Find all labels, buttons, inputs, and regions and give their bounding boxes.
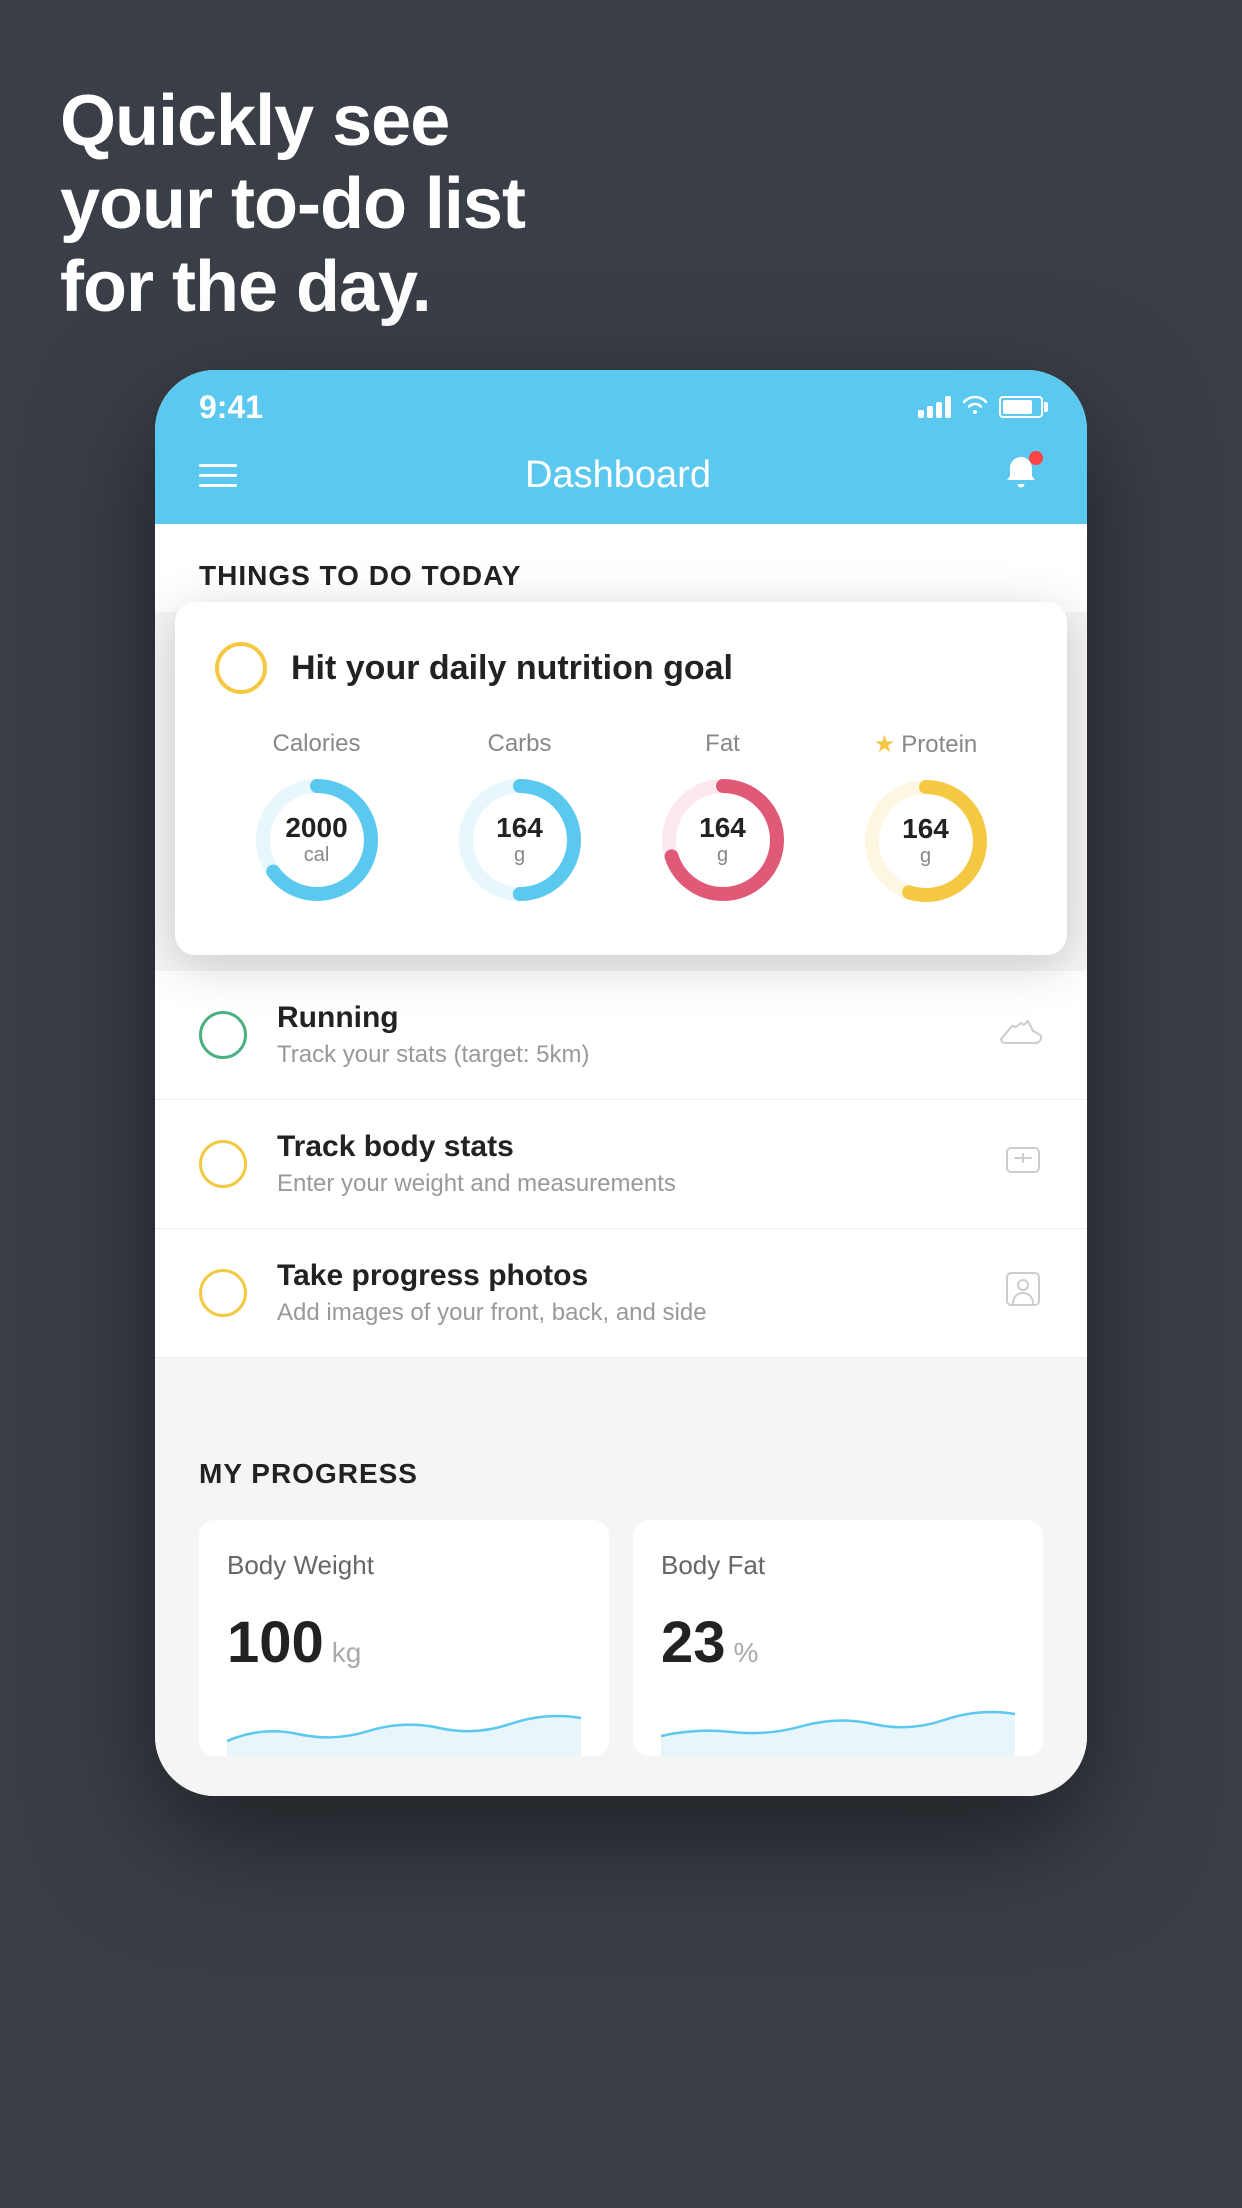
macro-fat: Fat 164 g [653,730,793,910]
card-title: Hit your daily nutrition goal [291,649,733,688]
app-content: THINGS TO DO TODAY Hit your daily nutrit… [155,524,1087,1796]
hamburger-menu[interactable] [199,464,237,487]
section-header-text: THINGS TO DO TODAY [199,560,521,591]
donut-protein: 164 g [856,771,996,911]
signal-bars-icon [918,396,951,418]
todo-circle-progress-photos [199,1269,247,1317]
card-title-row: Hit your daily nutrition goal [215,642,1027,694]
todo-list: Running Track your stats (target: 5km) T… [155,971,1087,1358]
hamburger-line [199,484,237,487]
macro-label-fat: Fat [705,730,740,758]
todo-title-running: Running [277,1001,969,1035]
nutrition-card[interactable]: Hit your daily nutrition goal Calories [175,602,1067,955]
app-header: Dashboard [155,434,1087,524]
progress-card-weight[interactable]: Body Weight 100 kg [199,1520,609,1756]
progress-title: MY PROGRESS [199,1458,1043,1490]
donut-fat: 164 g [653,770,793,910]
todo-item-progress-photos[interactable]: Take progress photos Add images of your … [155,1229,1087,1358]
donut-calories: 2000 cal [247,770,387,910]
scale-icon [1003,1140,1043,1189]
todo-text-running: Running Track your stats (target: 5km) [277,1001,969,1069]
headline-line2: your to-do list [60,163,525,246]
headline: Quickly see your to-do list for the day. [60,80,525,328]
progress-card-weight-title: Body Weight [227,1550,581,1581]
notification-button[interactable] [999,451,1043,500]
shoe-icon [999,1014,1043,1056]
todo-circle-running [199,1011,247,1059]
weight-chart [227,1696,581,1756]
spacer [155,1358,1087,1408]
person-icon [1003,1269,1043,1318]
macro-protein: ★ Protein 164 g [856,730,996,911]
todo-item-body-stats[interactable]: Track body stats Enter your weight and m… [155,1100,1087,1229]
protein-unit: g [902,845,949,868]
status-icons [918,393,1043,421]
progress-weight-value-row: 100 kg [227,1609,581,1676]
todo-subtitle-progress-photos: Add images of your front, back, and side [277,1299,973,1327]
fat-unit: g [699,844,746,867]
wifi-icon [961,393,989,421]
progress-weight-unit: kg [332,1637,362,1669]
hamburger-line [199,474,237,477]
fat-chart [661,1696,1015,1756]
progress-fat-value-row: 23 % [661,1609,1015,1676]
status-time: 9:41 [199,389,263,426]
progress-section: MY PROGRESS Body Weight 100 kg [155,1408,1087,1796]
carbs-value: 164 [496,813,543,844]
todo-title-body-stats: Track body stats [277,1130,973,1164]
macro-carbs: Carbs 164 g [450,730,590,910]
macro-label-calories: Calories [272,730,360,758]
donut-carbs: 164 g [450,770,590,910]
battery-icon [999,396,1043,418]
todo-circle-body-stats [199,1140,247,1188]
calories-unit: cal [285,844,347,867]
progress-card-fat-title: Body Fat [661,1550,1015,1581]
todo-item-running[interactable]: Running Track your stats (target: 5km) [155,971,1087,1100]
hamburger-line [199,464,237,467]
progress-weight-value: 100 [227,1609,324,1676]
macros-row: Calories 2000 cal [215,730,1027,911]
check-circle[interactable] [215,642,267,694]
macro-calories: Calories 2000 cal [247,730,387,910]
progress-fat-unit: % [734,1637,759,1669]
todo-text-progress-photos: Take progress photos Add images of your … [277,1259,973,1327]
todo-title-progress-photos: Take progress photos [277,1259,973,1293]
section-header: THINGS TO DO TODAY [155,524,1087,612]
progress-fat-value: 23 [661,1609,726,1676]
header-title: Dashboard [525,454,711,497]
calories-value: 2000 [285,813,347,844]
carbs-unit: g [496,844,543,867]
notification-dot [1029,451,1043,465]
progress-cards: Body Weight 100 kg [199,1520,1043,1756]
star-icon: ★ [874,730,896,759]
status-bar: 9:41 [155,370,1087,434]
todo-subtitle-running: Track your stats (target: 5km) [277,1041,969,1069]
headline-line1: Quickly see [60,80,525,163]
macro-label-protein: ★ Protein [874,730,978,759]
background: Quickly see your to-do list for the day.… [0,0,1242,2208]
fat-value: 164 [699,813,746,844]
phone-mockup: 9:41 [155,370,1087,1796]
protein-value: 164 [902,814,949,845]
todo-subtitle-body-stats: Enter your weight and measurements [277,1170,973,1198]
headline-line3: for the day. [60,246,525,329]
progress-card-fat[interactable]: Body Fat 23 % [633,1520,1043,1756]
macro-label-carbs: Carbs [487,730,551,758]
todo-text-body-stats: Track body stats Enter your weight and m… [277,1130,973,1198]
